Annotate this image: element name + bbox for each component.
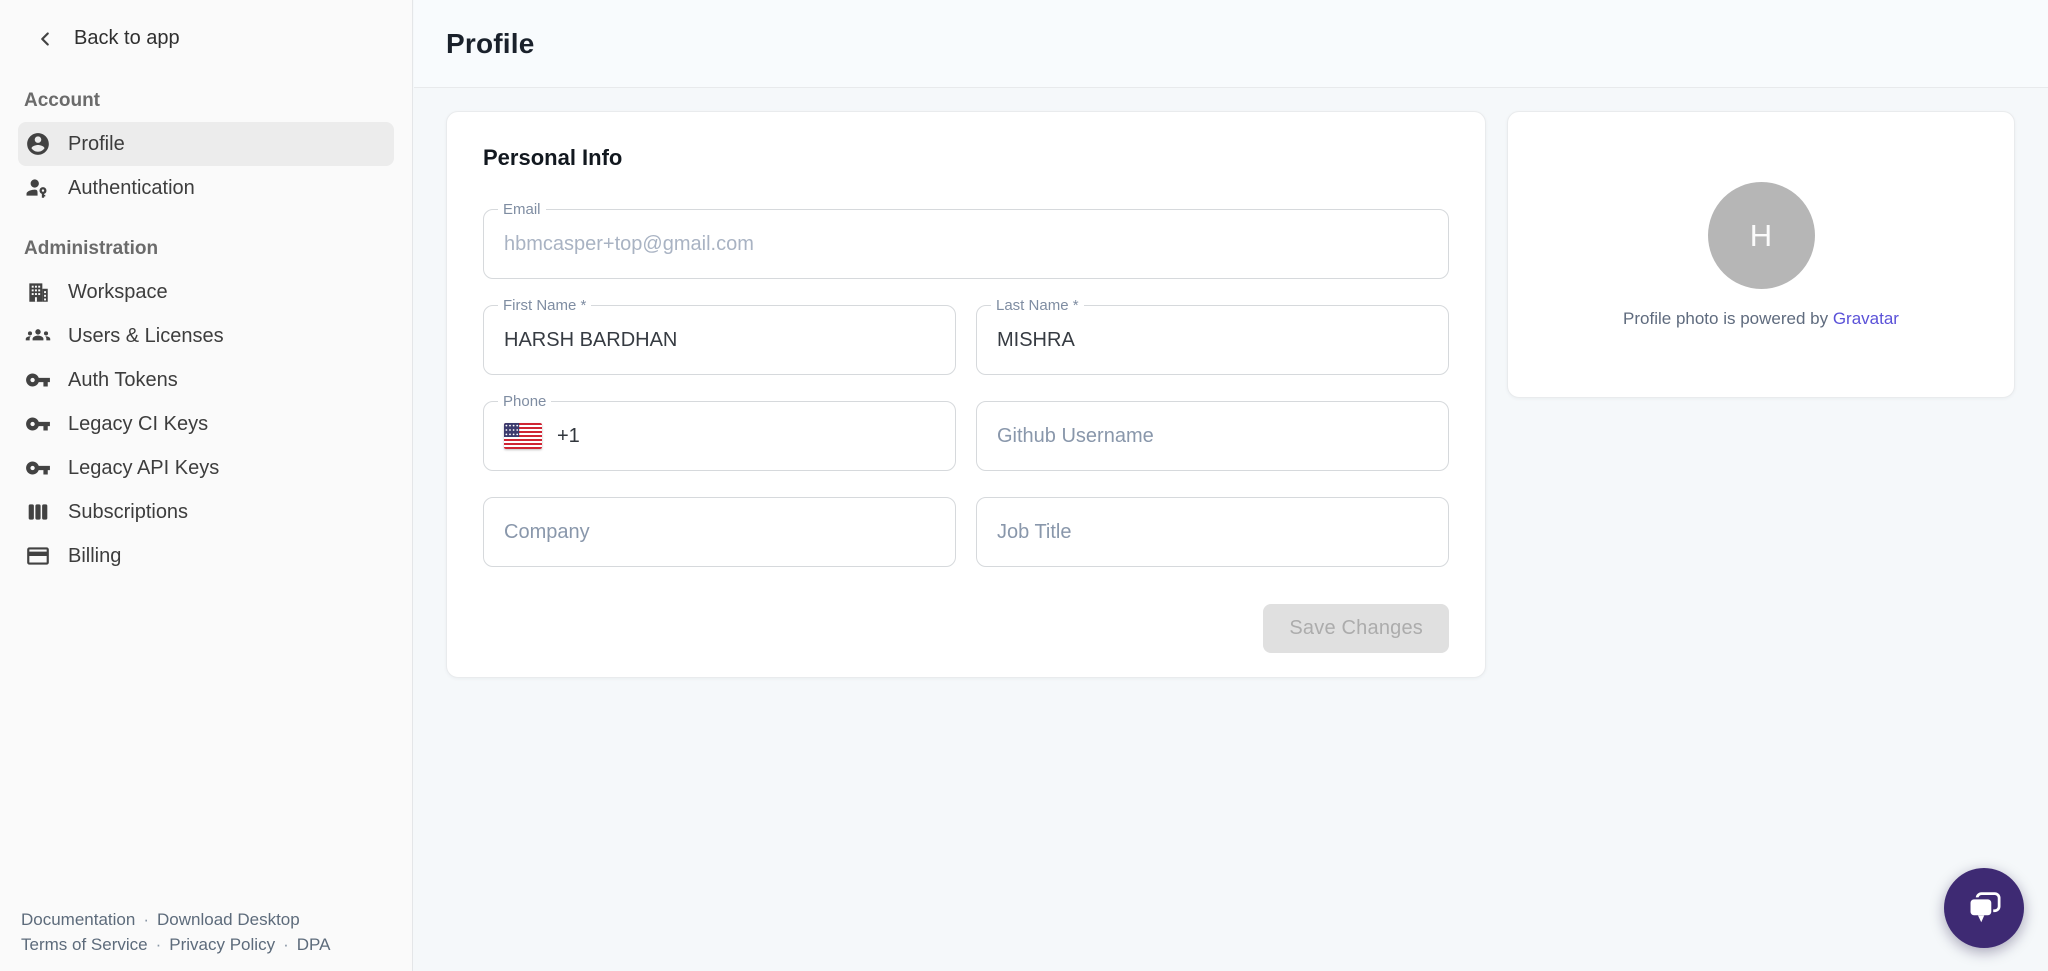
- sidebar-item-legacy-api-keys[interactable]: Legacy API Keys: [18, 446, 394, 490]
- sidebar-item-label: Legacy API Keys: [68, 457, 219, 480]
- sidebar-item-workspace[interactable]: Workspace: [18, 270, 394, 314]
- main-area: Profile Personal Info Email First Name *…: [414, 0, 2048, 971]
- phone-field: Phone: [483, 401, 956, 471]
- email-label: Email: [498, 201, 546, 218]
- last-name-label: Last Name *: [991, 297, 1084, 314]
- save-changes-button[interactable]: Save Changes: [1263, 604, 1449, 653]
- last-name-input[interactable]: [977, 306, 1448, 374]
- content-area: Personal Info Email First Name * Last Na…: [414, 88, 2048, 678]
- chat-launcher-button[interactable]: [1944, 868, 2024, 948]
- job-title-input[interactable]: [977, 498, 1448, 566]
- github-username-field: [976, 401, 1449, 471]
- sidebar: Back to app Account Profile Authenticati…: [0, 0, 413, 971]
- page-header: Profile: [414, 0, 2048, 88]
- footer-row-1: Documentation · Download Desktop: [21, 907, 330, 932]
- gravatar-card: H Profile photo is powered by Gravatar: [1507, 111, 2015, 398]
- last-name-field: Last Name *: [976, 305, 1449, 375]
- account-circle-icon: [25, 131, 51, 157]
- footer-separator: ·: [156, 935, 162, 954]
- sidebar-item-subscriptions[interactable]: Subscriptions: [18, 490, 394, 534]
- footer-separator: ·: [143, 910, 149, 929]
- github-username-input[interactable]: [977, 402, 1448, 470]
- chat-bubbles-icon: [1962, 886, 2006, 930]
- building-icon: [25, 279, 51, 305]
- sidebar-item-auth-tokens[interactable]: Auth Tokens: [18, 358, 394, 402]
- gravatar-link[interactable]: Gravatar: [1833, 309, 1899, 328]
- sidebar-footer: Documentation · Download Desktop Terms of …: [21, 907, 330, 957]
- sidebar-item-label: Profile: [68, 133, 125, 156]
- sidebar-item-label: Subscriptions: [68, 501, 188, 524]
- people-group-icon: [25, 323, 51, 349]
- sidebar-item-authentication[interactable]: Authentication: [18, 166, 394, 210]
- avatar: H: [1708, 182, 1815, 289]
- footer-separator: ·: [283, 935, 289, 954]
- footer-link-download-desktop[interactable]: Download Desktop: [157, 910, 300, 929]
- section-header-administration: Administration: [24, 238, 412, 260]
- footer-link-privacy-policy[interactable]: Privacy Policy: [169, 935, 275, 954]
- first-name-input[interactable]: [484, 306, 955, 374]
- us-flag-icon[interactable]: [504, 423, 542, 449]
- gravatar-caption-text: Profile photo is powered by: [1623, 309, 1828, 328]
- back-to-app-button[interactable]: Back to app: [34, 27, 412, 50]
- personal-info-title: Personal Info: [483, 145, 1449, 171]
- sidebar-item-label: Billing: [68, 545, 121, 568]
- first-name-field: First Name *: [483, 305, 956, 375]
- bars-icon: [25, 499, 51, 525]
- key-icon: [25, 455, 51, 481]
- email-input[interactable]: [484, 210, 1448, 278]
- sidebar-item-label: Authentication: [68, 177, 195, 200]
- first-name-label: First Name *: [498, 297, 591, 314]
- page-title: Profile: [446, 28, 535, 60]
- footer-row-2: Terms of Service · Privacy Policy · DPA: [21, 932, 330, 957]
- job-title-field: [976, 497, 1449, 567]
- company-field: [483, 497, 956, 567]
- gravatar-caption: Profile photo is powered by Gravatar: [1623, 309, 1899, 329]
- chevron-left-icon: [34, 28, 56, 50]
- credit-card-icon: [25, 543, 51, 569]
- sidebar-item-label: Users & Licenses: [68, 325, 224, 348]
- sidebar-item-label: Auth Tokens: [68, 369, 178, 392]
- footer-link-documentation[interactable]: Documentation: [21, 910, 135, 929]
- sidebar-item-profile[interactable]: Profile: [18, 122, 394, 166]
- footer-link-terms-of-service[interactable]: Terms of Service: [21, 935, 148, 954]
- personal-info-card: Personal Info Email First Name * Last Na…: [446, 111, 1486, 678]
- person-key-icon: [25, 175, 51, 201]
- avatar-initial: H: [1750, 218, 1772, 254]
- key-icon: [25, 411, 51, 437]
- sidebar-item-users-licenses[interactable]: Users & Licenses: [18, 314, 394, 358]
- footer-link-dpa[interactable]: DPA: [297, 935, 331, 954]
- phone-input[interactable]: [542, 402, 955, 470]
- sidebar-item-legacy-ci-keys[interactable]: Legacy CI Keys: [18, 402, 394, 446]
- sidebar-item-label: Legacy CI Keys: [68, 413, 208, 436]
- sidebar-item-billing[interactable]: Billing: [18, 534, 394, 578]
- section-header-account: Account: [24, 90, 412, 112]
- phone-label: Phone: [498, 393, 551, 410]
- email-field: Email: [483, 209, 1449, 279]
- sidebar-item-label: Workspace: [68, 281, 168, 304]
- company-input[interactable]: [484, 498, 955, 566]
- back-to-app-label: Back to app: [74, 27, 180, 50]
- key-icon: [25, 367, 51, 393]
